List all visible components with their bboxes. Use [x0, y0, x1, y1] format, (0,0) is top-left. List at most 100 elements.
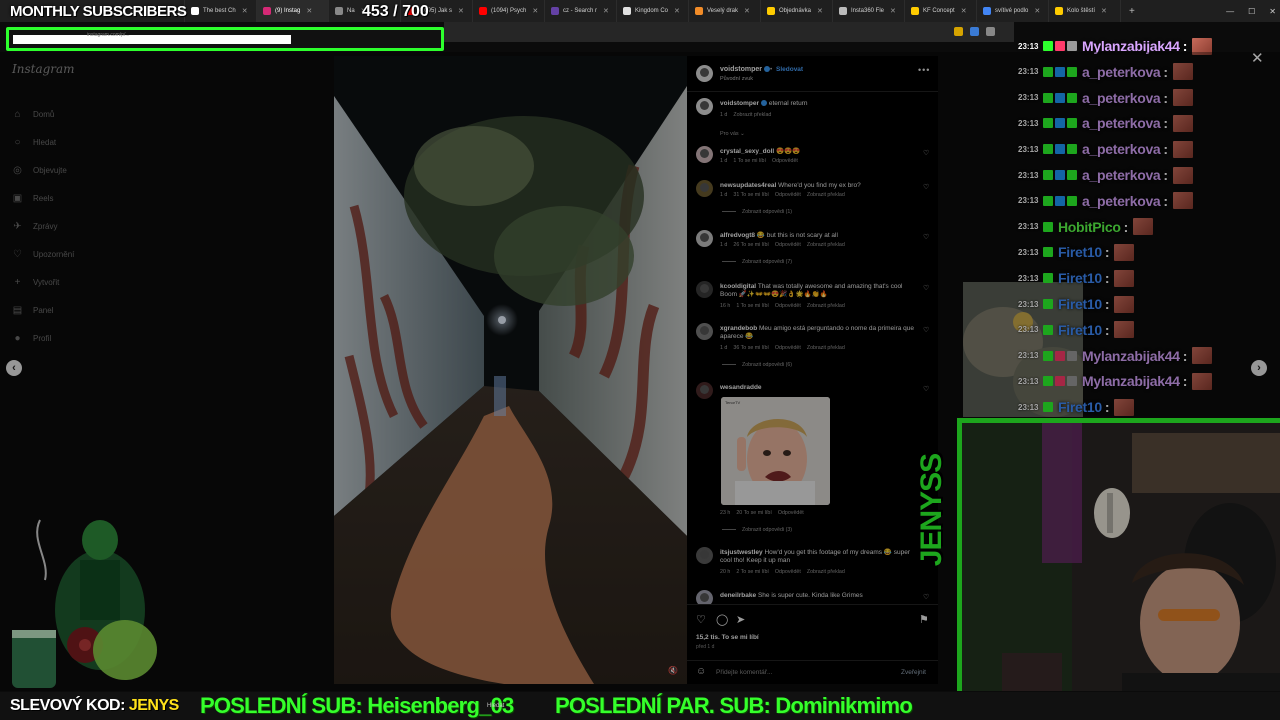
comment-translate[interactable]: Zobrazit překlad: [807, 345, 845, 351]
commenter-username[interactable]: xgrandebob: [720, 325, 757, 332]
comment-likes[interactable]: 1 To se mi líbí: [736, 303, 769, 309]
taskbar-search[interactable]: Hledat: [487, 703, 504, 709]
new-tab-button[interactable]: +: [1121, 6, 1143, 17]
view-replies-link[interactable]: Zobrazit odpovědi (7): [722, 259, 792, 265]
comment-likes[interactable]: 2 To se mi líbí: [736, 569, 769, 575]
comment-likes[interactable]: 1 To se mi líbí: [733, 158, 766, 164]
comment-reply[interactable]: Odpovědět: [775, 303, 801, 309]
likes-count[interactable]: 15,2 tis. To se mi líbí: [696, 634, 759, 641]
extension-icon[interactable]: [954, 27, 963, 36]
comment-likes[interactable]: 26 To se mi líbí: [733, 242, 769, 248]
tab-close-icon[interactable]: ✕: [817, 7, 823, 15]
commenter-avatar[interactable]: [696, 382, 713, 399]
comment-like-icon[interactable]: ♡: [923, 593, 929, 601]
view-replies-link[interactable]: Zobrazit odpovědi (3): [722, 527, 792, 533]
post-video[interactable]: [334, 56, 687, 684]
comment-bubble-icon[interactable]: ◯: [716, 613, 728, 626]
follow-button[interactable]: Sledovat: [776, 66, 803, 73]
commenter-avatar[interactable]: [696, 547, 713, 564]
nav-item-create[interactable]: + Vytvořit: [12, 268, 74, 296]
tab-close-icon[interactable]: ✕: [744, 7, 750, 15]
comment-likes[interactable]: 20 To se mi líbí: [736, 510, 772, 516]
nav-item-messages[interactable]: ✈ Zprávy: [12, 212, 74, 240]
minimize-icon[interactable]: —: [1226, 7, 1234, 16]
tab-close-icon[interactable]: ✕: [603, 7, 609, 15]
view-replies-link[interactable]: Zobrazit odpovědi (1): [722, 209, 792, 215]
view-replies-link[interactable]: Zobrazit odpovědi (6): [722, 362, 792, 368]
extension-icon[interactable]: [986, 27, 995, 36]
comment-like-icon[interactable]: ♡: [923, 149, 929, 157]
like-heart-icon[interactable]: ♡: [696, 613, 706, 626]
audio-label[interactable]: Původní zvuk: [720, 76, 753, 82]
comment-reply[interactable]: Odpovědět: [772, 158, 798, 164]
mute-icon[interactable]: 🔇: [668, 666, 678, 675]
comment-reply[interactable]: Odpovědět: [775, 345, 801, 351]
browser-tab[interactable]: (1094) Psych ✕: [473, 0, 545, 22]
comment-sort-selector[interactable]: Pro vás ⌄: [720, 131, 745, 137]
comment-reply[interactable]: Odpovědět: [775, 569, 801, 575]
emoji-icon[interactable]: ☺: [696, 666, 706, 677]
nav-item-search[interactable]: ○ Hledat: [12, 128, 74, 156]
comment-like-icon[interactable]: ♡: [923, 183, 929, 191]
tab-close-icon[interactable]: ✕: [242, 7, 248, 15]
commenter-username[interactable]: alfredvogt8: [720, 232, 755, 239]
caption-avatar[interactable]: [696, 98, 713, 115]
commenter-avatar[interactable]: [696, 146, 713, 163]
nav-item-heart[interactable]: ♡ Upozornění: [12, 240, 74, 268]
comment-translate[interactable]: Zobrazit překlad: [807, 569, 845, 575]
commenter-username[interactable]: newsupdates4real: [720, 182, 776, 189]
comment-image[interactable]: TenorTV: [721, 397, 830, 505]
browser-tab[interactable]: Kolo štěstí ✕: [1049, 0, 1121, 22]
comment-translate[interactable]: Zobrazit překlad: [807, 303, 845, 309]
tab-close-icon[interactable]: ✕: [532, 7, 538, 15]
browser-tab[interactable]: svítivé podlo ✕: [977, 0, 1049, 22]
commenter-avatar[interactable]: [696, 180, 713, 197]
browser-tab[interactable]: (9) Instag ✕: [257, 0, 329, 22]
nav-item-home[interactable]: ⌂ Domů: [12, 100, 74, 128]
close-window-icon[interactable]: ✕: [1269, 7, 1276, 16]
commenter-username[interactable]: itsjustwestley: [720, 549, 763, 556]
browser-tab[interactable]: cz - Search r ✕: [545, 0, 617, 22]
tab-close-icon[interactable]: ✕: [458, 7, 464, 15]
tab-close-icon[interactable]: ✕: [306, 7, 312, 15]
instagram-logo[interactable]: Instagram: [12, 62, 75, 76]
commenter-username[interactable]: wesandradde: [720, 384, 762, 391]
browser-tab[interactable]: Objednávka ✕: [761, 0, 833, 22]
nav-item-profile[interactable]: ● Profil: [12, 324, 74, 352]
close-modal-icon[interactable]: ✕: [1251, 49, 1264, 67]
comment-translate[interactable]: Zobrazit překlad: [807, 242, 845, 248]
next-post-icon[interactable]: ›: [1251, 360, 1267, 376]
nav-item-reels[interactable]: ▣ Reels: [12, 184, 74, 212]
comment-like-icon[interactable]: ♡: [923, 326, 929, 334]
comment-reply[interactable]: Odpovědět: [775, 242, 801, 248]
comment-like-icon[interactable]: ♡: [923, 385, 929, 393]
browser-tab[interactable]: The best Ch ✕: [185, 0, 257, 22]
more-options-icon[interactable]: •••: [918, 65, 930, 75]
commenter-username[interactable]: kcooldigital: [720, 283, 756, 290]
browser-tab[interactable]: Kingdom Co ✕: [617, 0, 689, 22]
comment-like-icon[interactable]: ♡: [923, 284, 929, 292]
tab-close-icon[interactable]: ✕: [674, 7, 680, 15]
nav-item-dashboard[interactable]: ▤ Panel: [12, 296, 74, 324]
tab-close-icon[interactable]: ✕: [961, 7, 967, 15]
commenter-avatar[interactable]: [696, 281, 713, 298]
tab-close-icon[interactable]: ✕: [1034, 7, 1040, 15]
address-bar-url[interactable]: instagram.com/p/...: [87, 32, 130, 38]
previous-post-icon[interactable]: ‹: [6, 360, 22, 376]
comment-reply[interactable]: Odpovědět: [778, 510, 804, 516]
nav-item-compass[interactable]: ◎ Objevujte: [12, 156, 74, 184]
extension-icon[interactable]: [970, 27, 979, 36]
commenter-username[interactable]: crystal_sexy_doll: [720, 148, 774, 155]
publish-comment-button[interactable]: Zveřejnit: [901, 669, 926, 676]
tab-close-icon[interactable]: ✕: [1101, 7, 1107, 15]
share-send-icon[interactable]: ➤: [736, 613, 745, 626]
commenter-username[interactable]: deneilrbake: [720, 592, 756, 599]
comment-likes[interactable]: 36 To se mi líbí: [733, 345, 769, 351]
comment-reply[interactable]: Odpovědět: [775, 192, 801, 198]
author-username[interactable]: voidstomper: [720, 66, 771, 73]
browser-tab[interactable]: Insta360 Fle ✕: [833, 0, 905, 22]
comment-like-icon[interactable]: ♡: [923, 233, 929, 241]
save-bookmark-icon[interactable]: ⚑: [919, 613, 929, 626]
browser-tab[interactable]: KF Concept ✕: [905, 0, 977, 22]
tab-close-icon[interactable]: ✕: [890, 7, 896, 15]
